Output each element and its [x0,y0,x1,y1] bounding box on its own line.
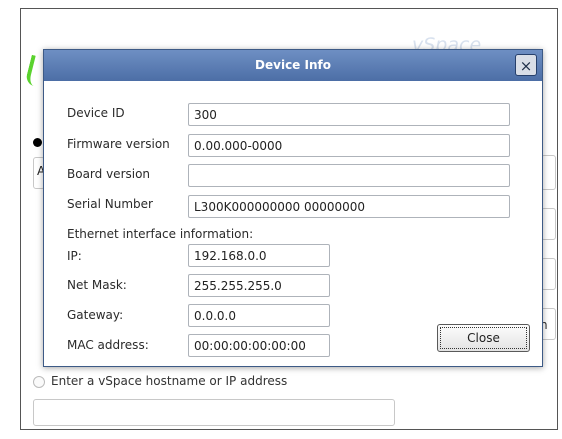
host-option-radio[interactable] [33,376,45,388]
firmware-version-field[interactable]: 0.00.000-0000 [188,134,510,157]
dialog-title: Device Info [255,58,331,72]
board-version-label: Board version [67,167,151,181]
close-icon[interactable]: × [515,54,537,76]
serial-number-field[interactable]: L300K000000000 00000000 [188,195,510,218]
gateway-label: Gateway: [67,308,124,322]
device-info-dialog: Device Info × Device ID 300 Firmware ver… [43,49,543,367]
ip-field[interactable]: 192.168.0.0 [188,244,330,267]
dialog-titlebar: Device Info × [44,50,542,81]
mac-address-label: MAC address: [67,338,149,352]
ip-label: IP: [67,249,82,263]
host-option-label: Enter a vSpace hostname or IP address [51,374,288,388]
background-field-right-3[interactable] [541,258,556,290]
net-mask-field[interactable]: 255.255.255.0 [188,274,330,297]
background-field-right-1[interactable] [541,155,556,190]
mac-address-field[interactable]: 00:00:00:00:00:00 [188,334,330,357]
device-id-field[interactable]: 300 [188,103,510,126]
host-input[interactable] [33,399,395,426]
net-mask-label: Net Mask: [67,278,127,292]
selected-radio-button[interactable] [33,138,42,147]
ethernet-heading: Ethernet interface information: [67,227,254,241]
device-id-label: Device ID [67,106,125,120]
firmware-version-label: Firmware version [67,137,170,151]
board-version-field[interactable] [188,164,510,187]
gateway-field[interactable]: 0.0.0.0 [188,304,330,327]
serial-number-label: Serial Number [67,197,153,211]
close-button[interactable]: Close [437,324,530,352]
background-field-right-2[interactable] [541,208,556,240]
